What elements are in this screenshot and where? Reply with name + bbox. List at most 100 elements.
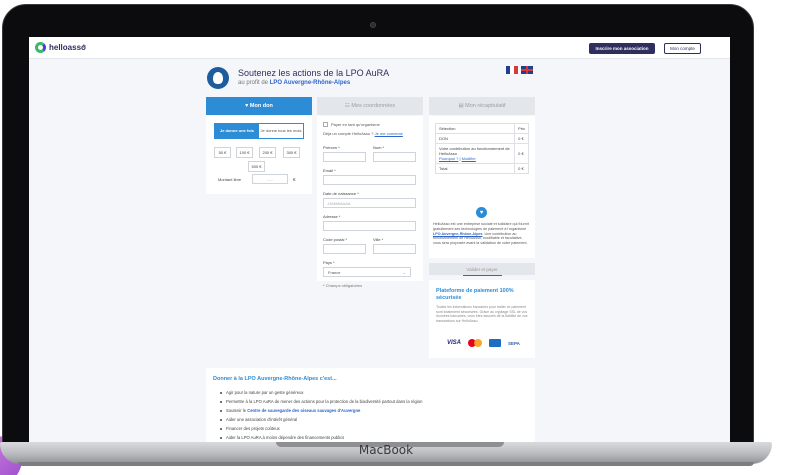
table-row: Votre contribution au fonctionnement de …	[434, 143, 529, 164]
cb-card-icon	[489, 339, 502, 347]
row-total-label: Total	[434, 163, 516, 174]
info-text-1: HelloAsso est une entreprise sociale et …	[433, 222, 529, 231]
org-payment-checkbox[interactable]	[323, 122, 328, 128]
first-name-input[interactable]	[323, 152, 366, 162]
stage: helloasso fr Inscrire mon association Mo…	[0, 0, 804, 475]
helloasso-logo-icon	[35, 42, 46, 53]
address-label: Adresse *	[323, 214, 341, 219]
row-contribution-cell: Votre contribution au fonctionnement de …	[434, 143, 516, 164]
list-item: Agir pour la nature par un geste généreu…	[220, 388, 530, 397]
page-title: Soutenez les actions de la LPO AuRA	[238, 68, 390, 78]
donation-panel: Je donne une fois Je donne tous les mois…	[206, 116, 312, 194]
french-flag-icon[interactable]	[506, 66, 518, 74]
laptop-foot	[18, 462, 754, 466]
frequency-once-option[interactable]: Je donne une fois	[215, 124, 259, 138]
country-value: France	[328, 269, 341, 275]
amount-option[interactable]: 200 €	[259, 147, 276, 158]
postal-code-label: Code postal *	[323, 237, 348, 242]
row-contribution-price: 0 €	[514, 143, 529, 164]
row-total-price: 0 €	[514, 163, 529, 174]
validate-and-pay-button[interactable]: Valider et payer	[429, 263, 535, 275]
table-row: Total 0 €	[434, 163, 529, 174]
camera-icon	[370, 22, 376, 28]
sepa-icon: SEPA	[508, 340, 520, 346]
subtitle-prefix: au profit de	[238, 80, 269, 86]
uk-flag-icon[interactable]	[521, 66, 533, 74]
amount-option[interactable]: 50 €	[214, 147, 231, 158]
list-item: Soutenir le Centre de sauvegarde des ois…	[220, 406, 530, 415]
brand-name: helloasso	[49, 43, 86, 52]
required-fields-note: * Champs obligatoires	[323, 283, 363, 288]
subtitle-org-link[interactable]: LPO Auvergne-Rhône-Alpes	[270, 80, 350, 86]
tab-my-summary[interactable]: ▤ Mon récapitulatif	[429, 97, 535, 115]
free-amount-input[interactable]: ......	[252, 174, 288, 184]
currency-symbol: €	[293, 177, 296, 182]
lpo-logo	[207, 67, 229, 89]
about-title: Donner à la LPO Auvergne-Rhône-Alpes c'e…	[213, 376, 337, 382]
row-contribution-label: Votre contribution au fonctionnement de …	[439, 146, 510, 156]
list-item-text: Soutenir le	[226, 408, 248, 413]
postal-code-input[interactable]	[323, 244, 366, 254]
why-link[interactable]: Pourquoi ?	[439, 156, 458, 161]
table-row: DON 0 €	[434, 133, 529, 144]
summary-panel: Sélection Prix DON 0 € Votre contributio…	[429, 116, 535, 286]
tab-my-donation[interactable]: ♥ Mon don	[206, 97, 312, 115]
payment-cards: VISA SEPA	[447, 339, 520, 347]
language-flags	[506, 66, 533, 74]
frequency-toggle: Je donne une fois Je donne tous les mois	[214, 123, 304, 139]
list-item-text: Agir pour la nature par un geste généreu…	[226, 390, 304, 395]
city-label: Ville *	[373, 237, 384, 242]
country-select[interactable]: France ⌄	[323, 267, 411, 277]
helloasso-logo[interactable]: helloasso	[35, 42, 86, 53]
country-label: Pays *	[323, 260, 335, 265]
city-input[interactable]	[373, 244, 416, 254]
amount-option[interactable]: 500 €	[248, 161, 265, 172]
org-payment-checkbox-row[interactable]: Payer en tant qu'organisme	[323, 122, 380, 128]
org-payment-label: Payer en tant qu'organisme	[331, 122, 380, 127]
account-prompt: Déjà un compte HelloAsso ?	[323, 131, 374, 136]
list-item: Permettre à la LPO AuRA de mener des act…	[220, 397, 530, 406]
row-don-label: DON	[434, 133, 516, 144]
amount-option[interactable]: 100 €	[236, 147, 253, 158]
contact-details-panel: Payer en tant qu'organisme Déjà un compt…	[317, 116, 423, 288]
list-item-text: Permettre à la LPO AuRA de mener des act…	[226, 399, 423, 404]
chevron-down-icon: ⌄	[402, 270, 406, 275]
helloasso-info-text: HelloAsso est une entreprise sociale et …	[433, 222, 531, 246]
email-input[interactable]	[323, 175, 416, 185]
page-subtitle: au profit de LPO Auvergne-Rhône-Alpes	[238, 80, 350, 86]
tab-my-details[interactable]: ☷ Mes coordonnées	[317, 97, 423, 115]
language-selector[interactable]: fr	[83, 44, 86, 50]
login-prompt: Déjà un compte HelloAsso ? Je me connect…	[323, 131, 403, 136]
list-item-text: Aider une association d'intérêt général	[226, 417, 298, 422]
list-item-link[interactable]: Centre de sauvegarde des oiseaux sauvage…	[247, 408, 360, 413]
birth-date-input[interactable]: JJ/MM/AAAA	[323, 198, 416, 208]
my-account-button[interactable]: Mon compte	[664, 43, 701, 54]
heart-icon: ♥	[476, 207, 487, 218]
free-amount-label: Montant libre	[218, 177, 242, 182]
about-list: Agir pour la nature par un geste généreu…	[220, 388, 530, 450]
modify-link[interactable]: Modifier	[462, 156, 476, 161]
puffin-icon	[213, 72, 223, 84]
about-section: Donner à la LPO Auvergne-Rhône-Alpes c'e…	[206, 368, 535, 450]
row-don-price: 0 €	[514, 133, 529, 144]
info-org-link[interactable]: LPO Auvergne-Rhône-Alpes	[433, 232, 482, 236]
list-item: Aider une association d'intérêt général	[220, 415, 530, 424]
last-name-input[interactable]	[373, 152, 416, 162]
mastercard-icon	[468, 339, 483, 347]
login-link[interactable]: Je me connecte	[375, 131, 403, 136]
amount-option[interactable]: 300 €	[283, 147, 300, 158]
device-label: MacBook	[358, 443, 414, 457]
email-label: Email *	[323, 168, 336, 173]
first-name-label: Prénom *	[323, 145, 340, 150]
secure-text: Toutes les informations bancaires pour t…	[436, 305, 528, 323]
table-header-row: Sélection Prix	[434, 123, 529, 134]
frequency-monthly-option[interactable]: Je donne tous les mois	[259, 124, 303, 138]
laptop-screen: helloasso fr Inscrire mon association Mo…	[29, 37, 730, 450]
secure-payment-box: Plateforme de paiement 100% sécurisée To…	[429, 280, 535, 358]
header-price: Prix	[514, 123, 529, 134]
list-item: Financer des projets coûteux	[220, 424, 530, 433]
visa-icon: VISA	[447, 340, 462, 346]
address-input[interactable]	[323, 221, 416, 231]
secure-title: Plateforme de paiement 100% sécurisée	[436, 288, 514, 301]
register-association-button[interactable]: Inscrire mon association	[589, 43, 655, 54]
